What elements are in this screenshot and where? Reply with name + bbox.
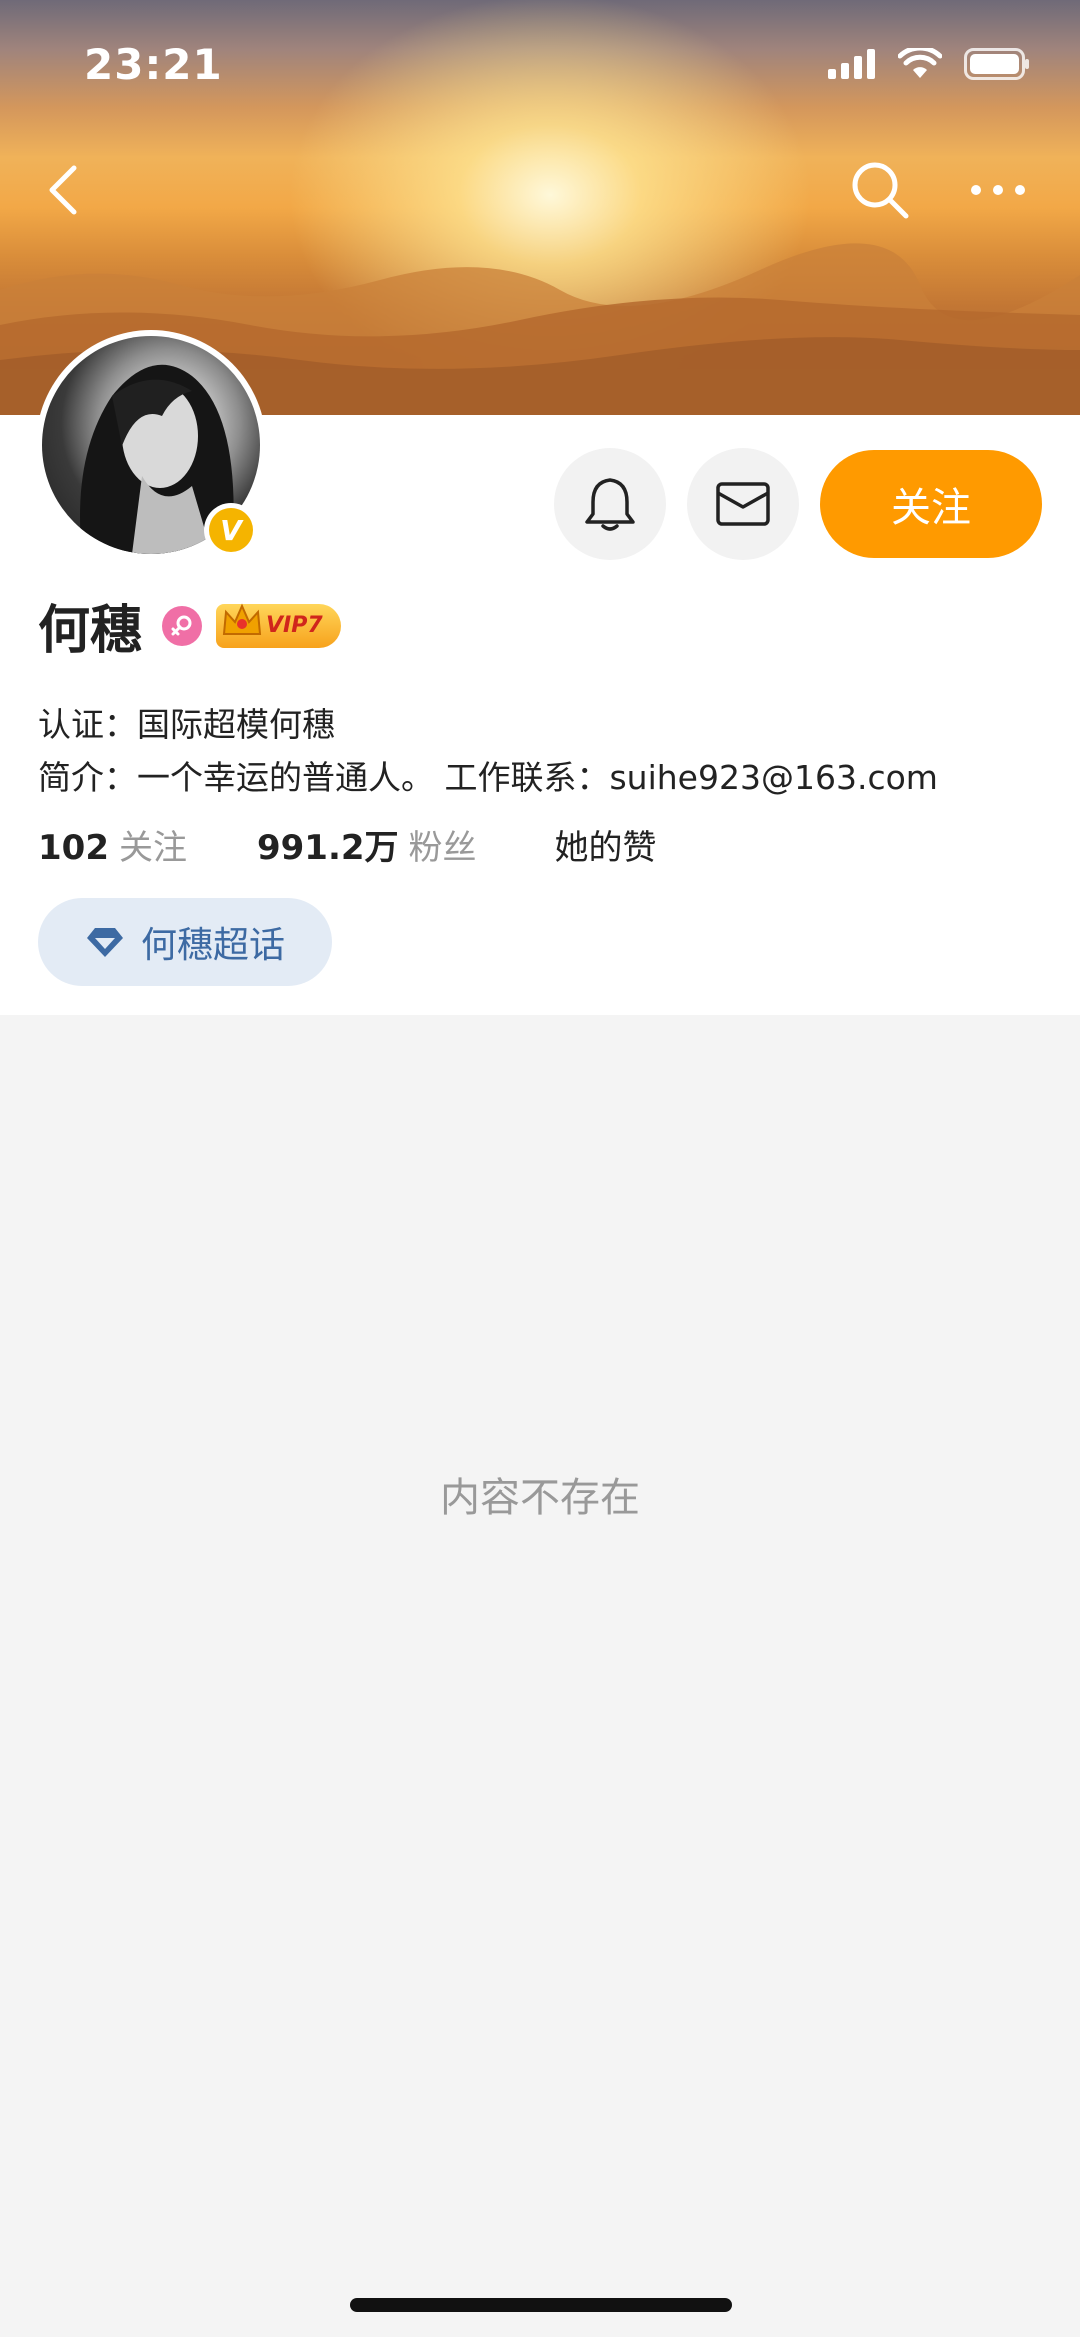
supertopic-label: 何穗超话 (140, 925, 285, 966)
wifi-icon (898, 48, 942, 78)
status-bar: 23:21 (0, 0, 1080, 130)
mail-icon (716, 482, 770, 526)
more-button[interactable] (968, 168, 1028, 212)
home-indicator[interactable] (350, 2298, 732, 2312)
message-button[interactable] (687, 448, 799, 560)
followers-stat[interactable]: 991.2万 粉丝 (257, 820, 477, 869)
profile-name: 何穗 (38, 601, 143, 661)
status-icons (828, 48, 1030, 80)
verification-text: 认证：国际超模何穗 (38, 705, 335, 744)
vip-badge[interactable]: VIP7 (216, 603, 341, 648)
likes-stat[interactable]: 她的赞 (555, 820, 657, 869)
notify-button[interactable] (554, 448, 666, 560)
female-icon (162, 605, 203, 646)
search-button[interactable] (848, 158, 912, 222)
stats-row: 102 关注 991.2万 粉丝 她的赞 (38, 820, 657, 869)
search-icon (852, 162, 909, 219)
verified-v-icon: V (209, 508, 253, 552)
following-label: 关注 (118, 828, 187, 868)
likes-label: 她的赞 (554, 828, 657, 868)
name-row: 何穗 VIP7 (38, 588, 341, 663)
more-horizontal-icon (971, 185, 1025, 195)
following-stat[interactable]: 102 关注 (38, 820, 187, 869)
followers-count: 991.2万 (256, 828, 399, 868)
bio-text: 简介：一个幸运的普通人。 工作联系：suihe923@163.com (38, 758, 938, 797)
empty-content-message: 内容不存在 (440, 1475, 640, 1521)
vip-label: VIP7 (266, 613, 323, 638)
signal-icon (828, 49, 875, 79)
following-count: 102 (38, 828, 109, 868)
back-button[interactable] (36, 160, 96, 220)
verified-badge: V (204, 503, 258, 557)
followers-label: 粉丝 (408, 828, 477, 868)
battery-icon (964, 48, 1029, 80)
follow-button[interactable]: 关注 (820, 450, 1042, 558)
crown-icon (222, 603, 262, 635)
status-time: 23:21 (84, 40, 223, 89)
chevron-left-icon (49, 165, 77, 215)
bell-icon (585, 478, 635, 531)
female-symbol (171, 615, 192, 635)
supertopic-button[interactable]: 何穗超话 (38, 898, 332, 986)
diamond-icon (86, 928, 123, 957)
